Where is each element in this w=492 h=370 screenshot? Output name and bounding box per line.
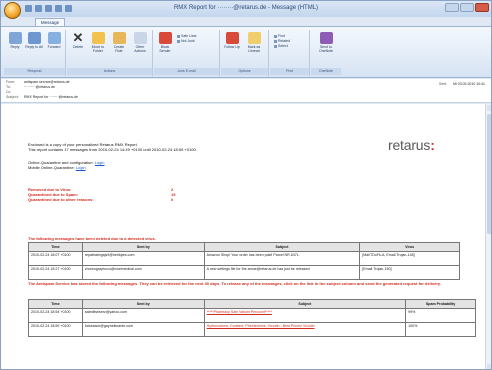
find-small-buttons: Find Related Select: [274, 34, 290, 49]
move-to-folder-button[interactable]: Move to Folder: [89, 32, 107, 53]
spam-table: Time Sent by Subject Spam Probability 20…: [28, 299, 476, 337]
group-label-junk: Junk E-mail: [154, 68, 219, 75]
title-bar: RMX Report for ········@retarus.de - Mes…: [1, 1, 491, 19]
sent-info: Sent: Mi 03.03.2010 10:41: [438, 82, 485, 86]
spam-section-heading: The Antispam Service has stored the foll…: [28, 281, 441, 286]
not-junk-button[interactable]: Not Junk: [177, 39, 196, 44]
forward-button[interactable]: Forward: [45, 32, 63, 49]
reply-icon: [8, 32, 22, 44]
ribbon-group-respond: Reply Reply to All Forward Respond: [4, 30, 66, 76]
scroll-up-arrow-icon[interactable]: [487, 105, 491, 111]
junk-small-buttons: Safe Lists Not Junk: [177, 34, 196, 44]
block-sender-icon: [158, 32, 172, 44]
column-header: Time: [28, 299, 83, 309]
onenote-icon: [319, 32, 333, 44]
group-label-find: Find: [270, 68, 309, 75]
send-to-onenote-button[interactable]: Send to OneNote: [317, 32, 335, 53]
ribbon-tab-strip: Message: [1, 17, 491, 26]
message-body: retarus: Enclosed is a copy of your pers…: [1, 104, 491, 369]
column-header: Subject: [203, 242, 361, 252]
scroll-down-arrow-icon[interactable]: [487, 364, 491, 369]
virus-table: Time Sent by Subject Virus 2010-02-24 18…: [28, 242, 460, 280]
reply-button[interactable]: Reply: [6, 32, 24, 49]
scroll-thumb[interactable]: [487, 114, 491, 234]
mobile-quarantine-login-link[interactable]: Login: [76, 165, 86, 170]
forward-icon: [47, 32, 61, 44]
group-label-onenote: OneNote: [311, 68, 341, 75]
subject-row: Subject: RMX Report for ········@retarus.…: [6, 95, 78, 99]
select-button[interactable]: Select: [274, 44, 290, 49]
online-quarantine-login-link[interactable]: Login: [95, 160, 105, 165]
create-rule-button[interactable]: Create Rule: [110, 32, 128, 53]
column-header: Subject: [203, 299, 407, 309]
close-button[interactable]: [475, 3, 489, 12]
table-row: 2010-02-24 18:59 +0100 lobdulacir@gaynel…: [28, 322, 476, 337]
follow-up-button[interactable]: Follow Up: [223, 32, 241, 49]
table-row: 2010-02-24 18:07 +0100 repatriatingsjs9@…: [28, 251, 460, 266]
ribbon-group-actions: ✕ Delete Move to Folder Create Rule Othe…: [67, 30, 153, 76]
message-header: From: antispam.service@retarus.de To: ····…: [1, 79, 491, 103]
block-sender-button[interactable]: Block Sender: [156, 32, 174, 53]
group-label-respond: Respond: [4, 68, 65, 75]
tab-message[interactable]: Message: [35, 18, 65, 26]
group-label-actions: Actions: [67, 68, 152, 75]
table-row: 2010-02-24 18:54 +0100 saleditsriserz@ya…: [28, 308, 476, 323]
vertical-scrollbar[interactable]: [485, 104, 491, 369]
sent-value: Mi 03.03.2010 10:41: [453, 82, 485, 86]
window-title: RMX Report for ········@retarus.de - Mes…: [173, 5, 319, 11]
other-actions-icon: [133, 32, 147, 44]
column-header: Sent by: [81, 242, 205, 252]
column-header: Virus: [359, 242, 460, 252]
release-link[interactable]: *****Pharmacy Sale Valium Percocet*****: [203, 308, 407, 323]
quarantine-links: Online-Quarantine and configuration: Log…: [28, 160, 105, 170]
stat-other: Quarantined due to other reasons: 0: [28, 197, 174, 202]
column-header: Sent by: [81, 299, 205, 309]
flag-icon: [225, 32, 239, 44]
from-value[interactable]: antispam.service@retarus.de: [24, 80, 70, 84]
message-window: RMX Report for ········@retarus.de - Mes…: [0, 0, 492, 370]
retarus-logo: retarus:: [388, 137, 435, 153]
table-row: 2010-02-24 15:27 +0100 choreographuvu@mo…: [28, 265, 460, 280]
ribbon: Reply Reply to All Forward Respond ✕ Del…: [1, 26, 491, 78]
group-label-options: Options: [221, 68, 268, 75]
subject-value: RMX Report for ········@retarus.de: [24, 95, 78, 99]
column-header: Time: [28, 242, 83, 252]
release-link[interactable]: Hydrocodone, Codeine, Phentermine, Vicod…: [203, 322, 407, 337]
other-actions-button[interactable]: Other Actions: [131, 32, 149, 53]
envelope-icon: [247, 32, 261, 44]
mark-unread-button[interactable]: Mark as Unread: [245, 32, 263, 53]
rule-icon: [112, 32, 126, 44]
ribbon-group-find: Find Related Select Find: [270, 30, 310, 76]
ribbon-group-onenote: Send to OneNote OneNote: [311, 30, 341, 76]
virus-section-heading: The following messages have been deleted…: [28, 236, 156, 241]
reply-all-icon: [27, 32, 41, 44]
minimize-button[interactable]: [445, 3, 459, 12]
reply-all-button[interactable]: Reply to All: [25, 32, 43, 49]
ribbon-group-junk: Block Sender Safe Lists Not Junk Junk E-…: [154, 30, 220, 76]
to-value[interactable]: ··········@retarus.de: [24, 85, 55, 89]
intro-text: Enclosed is a copy of your personalized …: [28, 142, 197, 152]
folder-icon: [91, 32, 105, 44]
maximize-button[interactable]: [460, 3, 474, 12]
stats-summary: Removed due to Virus: 2 Quarantined due t…: [28, 187, 178, 202]
delete-button[interactable]: ✕ Delete: [69, 30, 87, 49]
delete-x-icon: ✕: [72, 30, 84, 45]
column-header: Spam Probability: [405, 299, 476, 309]
window-controls: [445, 3, 489, 12]
ribbon-group-options: Follow Up Mark as Unread Options: [221, 30, 269, 76]
